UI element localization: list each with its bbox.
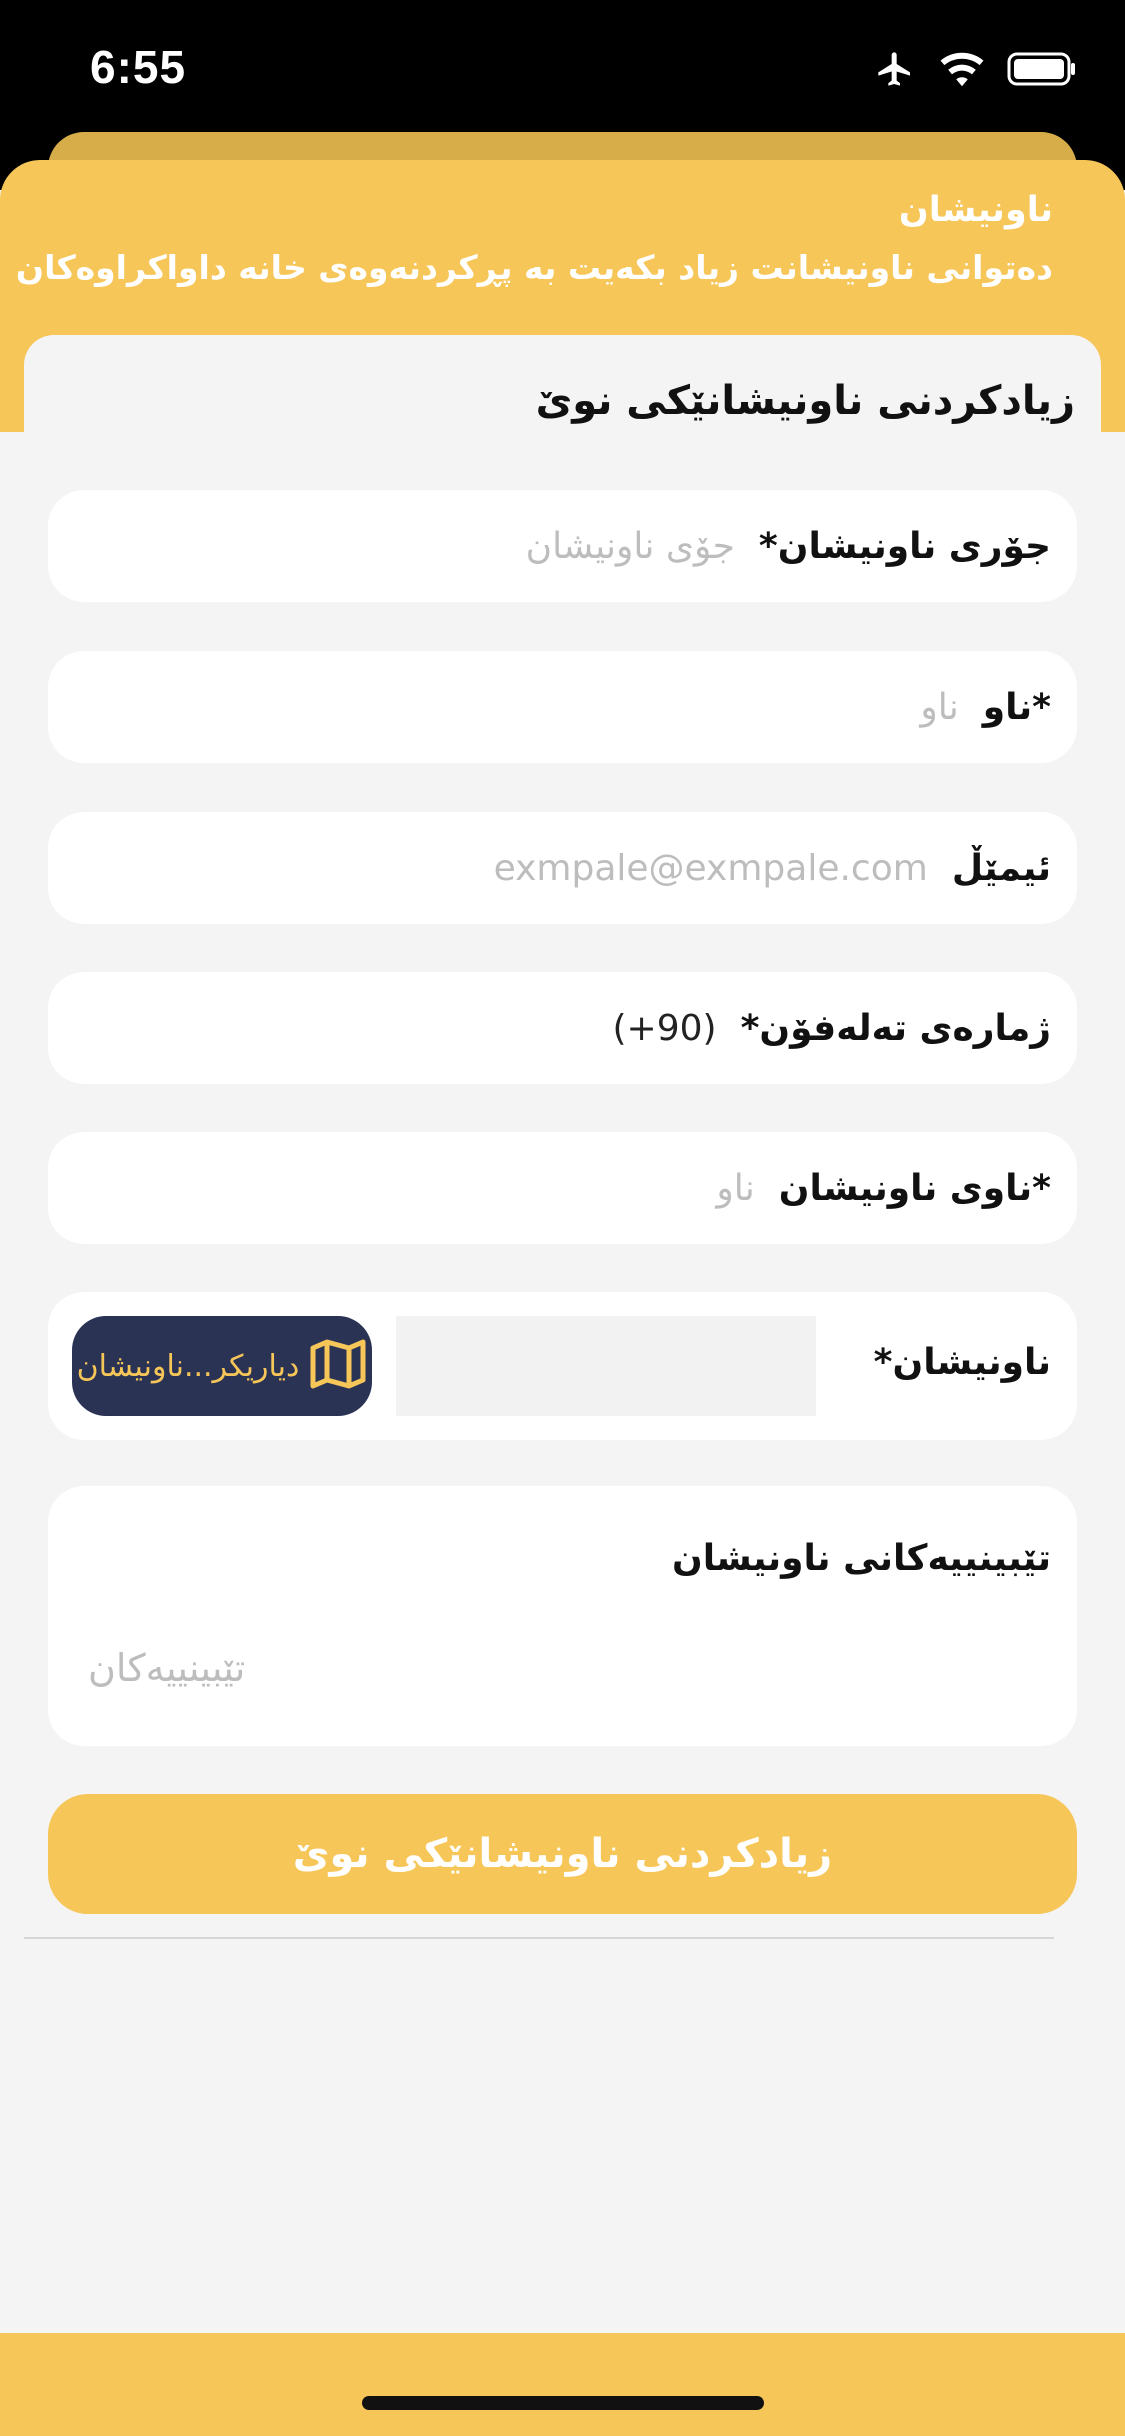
address-name-field[interactable]: *ناوی ناونیشان ناو xyxy=(48,1132,1077,1244)
wifi-icon xyxy=(939,51,985,87)
notes-field[interactable]: تێبینییەکانی ناونیشان تێبینییەکان xyxy=(48,1486,1077,1746)
name-label: *ناو xyxy=(982,686,1051,728)
bottom-bar xyxy=(0,2333,1125,2436)
status-icons xyxy=(873,44,1077,94)
address-name-label: *ناوی ناونیشان xyxy=(778,1167,1051,1209)
phone-label: ژمارەی تەلەفۆن* xyxy=(740,1007,1051,1049)
add-address-button[interactable]: زیادکردنی ناونیشانێکی نوێ xyxy=(48,1794,1077,1914)
address-name-placeholder: ناو xyxy=(716,1167,755,1209)
divider xyxy=(24,1937,1054,1939)
map-icon xyxy=(309,1338,367,1394)
add-address-button-label: زیادکردنی ناونیشانێکی نوێ xyxy=(292,1831,833,1877)
battery-icon xyxy=(1007,51,1077,87)
email-label: ئیمێڵ xyxy=(951,847,1051,889)
address-field: ناونیشان* دیاریکر...ناونیشان xyxy=(48,1292,1077,1440)
header-title: ناونیشان xyxy=(898,190,1053,230)
map-button-label: دیاریکر...ناونیشان xyxy=(76,1348,300,1384)
form-title: زیادکردنی ناونیشانێکی نوێ xyxy=(535,378,1075,424)
email-field[interactable]: ئیمێڵ exmpale@exmpale.com xyxy=(48,812,1077,924)
status-time: 6:55 xyxy=(90,41,187,93)
name-placeholder: ناو xyxy=(920,686,959,728)
screen: 6:55 ناونیشان دەتوانی ناونیشانت زیاد بکە… xyxy=(0,0,1125,2436)
name-field[interactable]: *ناو ناو xyxy=(48,651,1077,763)
phone-field[interactable]: ژمارەی تەلەفۆن* (+90) xyxy=(48,972,1077,1084)
header-subtitle: دەتوانی ناونیشانت زیاد بکەیت بە پڕکردنەو… xyxy=(15,248,1053,287)
select-address-map-button[interactable]: دیاریکر...ناونیشان xyxy=(72,1316,372,1416)
address-label: ناونیشان* xyxy=(873,1342,1051,1383)
address-input[interactable] xyxy=(396,1316,816,1416)
email-placeholder: exmpale@exmpale.com xyxy=(493,847,928,889)
airplane-icon xyxy=(873,49,917,89)
home-indicator[interactable] xyxy=(362,2396,764,2410)
address-type-field[interactable]: جۆری ناونیشان* جۆی ناونیشان xyxy=(48,490,1077,602)
phone-country-code: (+90) xyxy=(612,1007,717,1049)
notes-label: تێبینییەکانی ناونیشان xyxy=(672,1538,1051,1579)
address-type-label: جۆری ناونیشان* xyxy=(758,525,1051,567)
address-type-placeholder: جۆی ناونیشان xyxy=(525,525,735,567)
notes-placeholder: تێبینییەکان xyxy=(88,1646,246,1690)
